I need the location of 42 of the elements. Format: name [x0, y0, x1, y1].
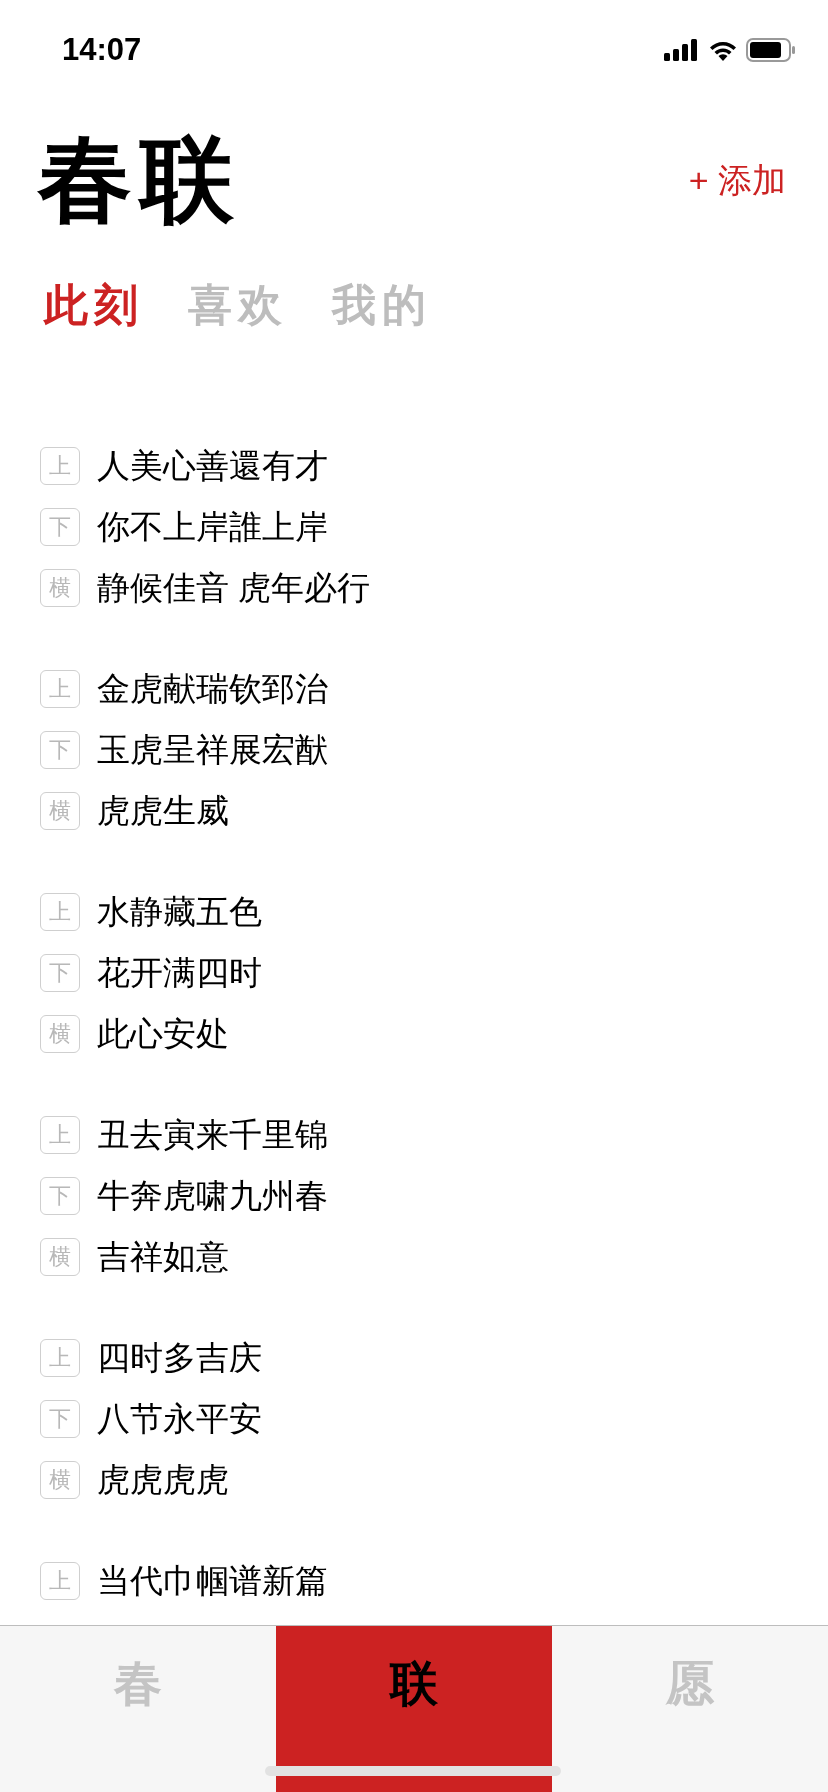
couplet-line: 虎虎生威 [97, 790, 229, 831]
signal-icon [664, 39, 700, 61]
line-tag: 上 [40, 446, 80, 485]
line-tag: 下 [40, 730, 80, 769]
couplet-line: 吉祥如意 [97, 1236, 229, 1277]
segment-tab[interactable]: 喜欢 [188, 273, 288, 339]
add-button[interactable]: + 添加 [688, 154, 786, 206]
couplet-line: 静候佳音 虎年必行 [97, 567, 371, 608]
couplet-line: 花开满四时 [97, 952, 262, 993]
couplet-line: 丑去寅来千里锦 [97, 1114, 328, 1155]
couplet-line: 水静藏五色 [97, 891, 262, 932]
couplet-line: 此心安处 [97, 1013, 229, 1054]
line-tag: 上 [40, 1338, 80, 1377]
couplet-line: 当代巾帼谱新篇 [97, 1560, 328, 1601]
couplet-line: 牛奔虎啸九州春 [97, 1175, 328, 1216]
line-tag: 横 [40, 1460, 80, 1499]
line-tag: 上 [40, 892, 80, 931]
couplet-line: 虎虎虎虎 [97, 1459, 229, 1500]
couplet-line: 你不上岸誰上岸 [97, 506, 328, 547]
line-tag: 下 [40, 1399, 80, 1438]
line-tag: 横 [40, 1014, 80, 1053]
couplet-line: 人美心善還有才 [97, 445, 328, 486]
line-tag: 下 [40, 507, 80, 546]
line-tag: 横 [40, 1237, 80, 1276]
tab-bar-item[interactable]: 联 [276, 1626, 552, 1792]
couplet-line: 八节永平安 [97, 1398, 262, 1439]
line-tag: 下 [40, 953, 80, 992]
segment-tab[interactable]: 此刻 [44, 273, 144, 339]
couplet-line: 四时多吉庆 [97, 1337, 262, 1378]
couplet-line: 金虎献瑞钦郅治 [97, 668, 328, 709]
couplet-line: 玉虎呈祥展宏猷 [97, 729, 328, 770]
line-tag: 上 [40, 1561, 80, 1600]
status-time: 14:07 [62, 30, 142, 69]
line-tag: 上 [40, 669, 80, 708]
battery-icon [746, 38, 796, 62]
segment-tab[interactable]: 我的 [332, 273, 432, 339]
wifi-icon [708, 39, 738, 61]
page-title: 春联 [38, 126, 242, 234]
line-tag: 横 [40, 791, 80, 830]
line-tag: 下 [40, 1176, 80, 1215]
line-tag: 上 [40, 1115, 80, 1154]
line-tag: 横 [40, 568, 80, 607]
